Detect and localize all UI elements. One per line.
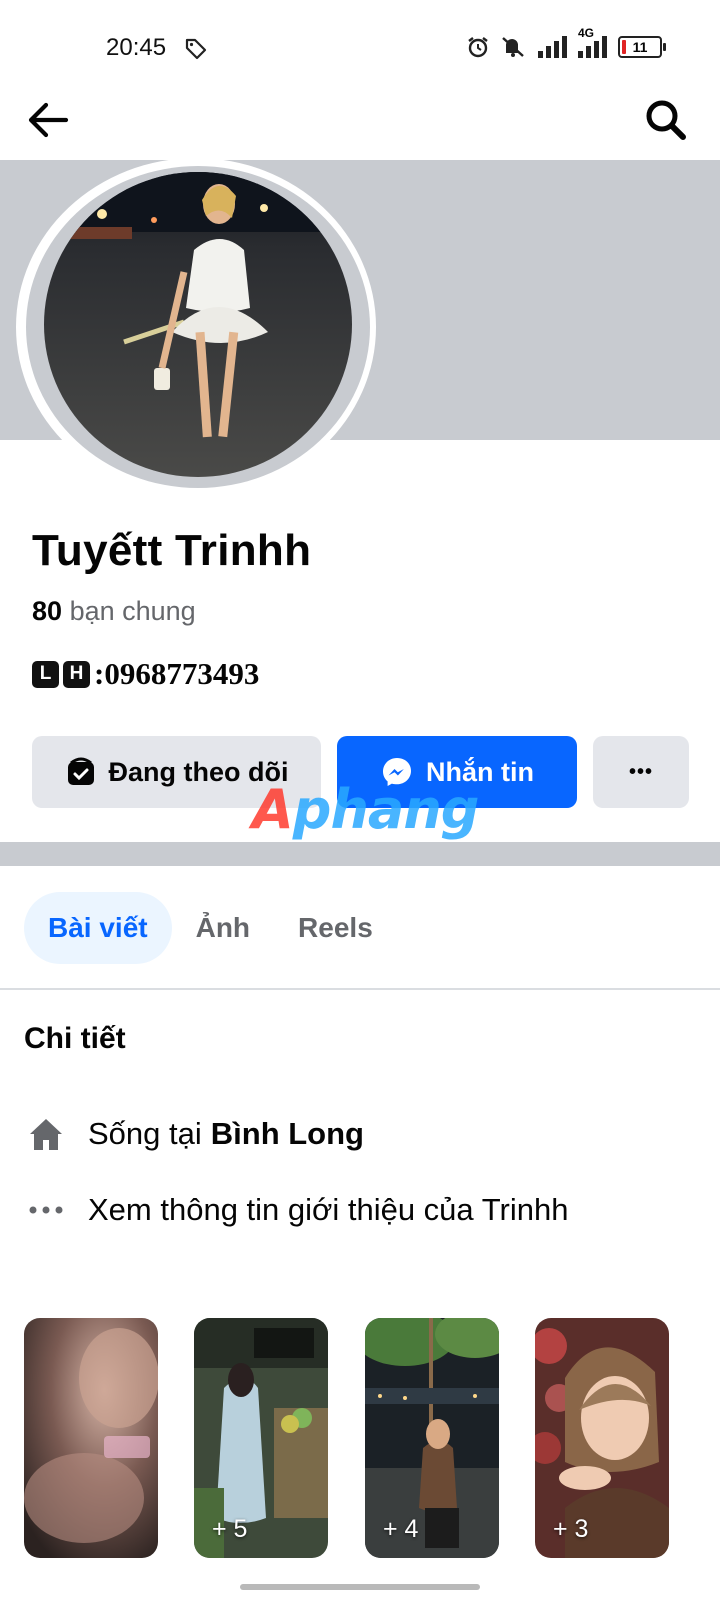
avatar-image bbox=[44, 172, 352, 477]
arrow-left-icon bbox=[28, 102, 69, 138]
featured-photos: + 5 + 4 + 3 bbox=[24, 1318, 704, 1558]
featured-photo-4[interactable]: + 3 bbox=[535, 1318, 669, 1558]
details-title: Chi tiết bbox=[24, 1022, 126, 1055]
mutual-friends[interactable]: 80 bạn chung bbox=[32, 596, 196, 627]
bio-contact: L H :0968773493 bbox=[32, 656, 259, 692]
photo-count-4: + 3 bbox=[553, 1515, 589, 1543]
mutual-friends-label: bạn chung bbox=[69, 596, 196, 626]
back-button[interactable] bbox=[22, 94, 74, 146]
featured-photo-3[interactable]: + 4 bbox=[365, 1318, 499, 1558]
contact-box-l: L bbox=[32, 660, 59, 688]
tab-photos[interactable]: Ảnh bbox=[172, 892, 274, 964]
more-horizontal-icon bbox=[24, 1188, 68, 1232]
lives-in-prefix: Sống tại bbox=[88, 1116, 202, 1151]
mutual-friends-count: 80 bbox=[32, 596, 63, 626]
watermark-part2: phang bbox=[292, 778, 480, 841]
mobile-data-icon: 4G bbox=[578, 26, 608, 58]
search-icon bbox=[646, 100, 686, 140]
alarm-icon bbox=[468, 37, 488, 58]
profile-avatar[interactable] bbox=[44, 172, 352, 477]
status-icons: 4G 11 bbox=[466, 26, 666, 60]
tab-reels[interactable]: Reels bbox=[274, 892, 397, 964]
more-dots-icon: ••• bbox=[628, 760, 653, 783]
more-options-button[interactable]: ••• bbox=[593, 736, 689, 808]
watermark-logo: Aphang bbox=[252, 778, 480, 841]
status-time: 20:45 bbox=[106, 34, 167, 61]
tab-posts[interactable]: Bài viết bbox=[24, 892, 172, 964]
detail-lives-in: Sống tại Bình Long bbox=[24, 1109, 364, 1159]
home-indicator[interactable] bbox=[240, 1584, 480, 1590]
home-icon bbox=[24, 1112, 68, 1156]
lives-in-place[interactable]: Bình Long bbox=[211, 1116, 364, 1152]
profile-name: Tuyếtt Trinhh bbox=[32, 526, 312, 575]
photo-count-3: + 4 bbox=[383, 1515, 419, 1543]
section-divider bbox=[0, 842, 720, 866]
featured-photo-2[interactable]: + 5 bbox=[194, 1318, 328, 1558]
photo-count-2: + 5 bbox=[212, 1515, 248, 1543]
tabs-divider bbox=[0, 988, 720, 990]
profile-tabs: Bài viết Ảnh Reels bbox=[24, 892, 397, 964]
battery-icon: 11 bbox=[618, 36, 666, 58]
app-header bbox=[0, 80, 720, 160]
signal-icon bbox=[538, 36, 567, 58]
status-bar: 20:45 4G 11 bbox=[0, 0, 720, 80]
tag-icon bbox=[185, 38, 207, 60]
following-check-icon bbox=[67, 757, 94, 785]
contact-box-h: H bbox=[63, 660, 90, 688]
watermark-part1: A bbox=[252, 778, 294, 841]
search-button[interactable] bbox=[640, 94, 692, 146]
battery-level: 11 bbox=[632, 39, 648, 55]
mute-icon bbox=[502, 37, 524, 57]
featured-photo-1[interactable] bbox=[24, 1318, 158, 1558]
about-info-link[interactable]: Xem thông tin giới thiệu của Trinhh bbox=[24, 1185, 568, 1235]
network-type: 4G bbox=[578, 26, 595, 40]
about-info-text: Xem thông tin giới thiệu của Trinhh bbox=[88, 1192, 569, 1227]
contact-phone: :0968773493 bbox=[94, 656, 260, 691]
